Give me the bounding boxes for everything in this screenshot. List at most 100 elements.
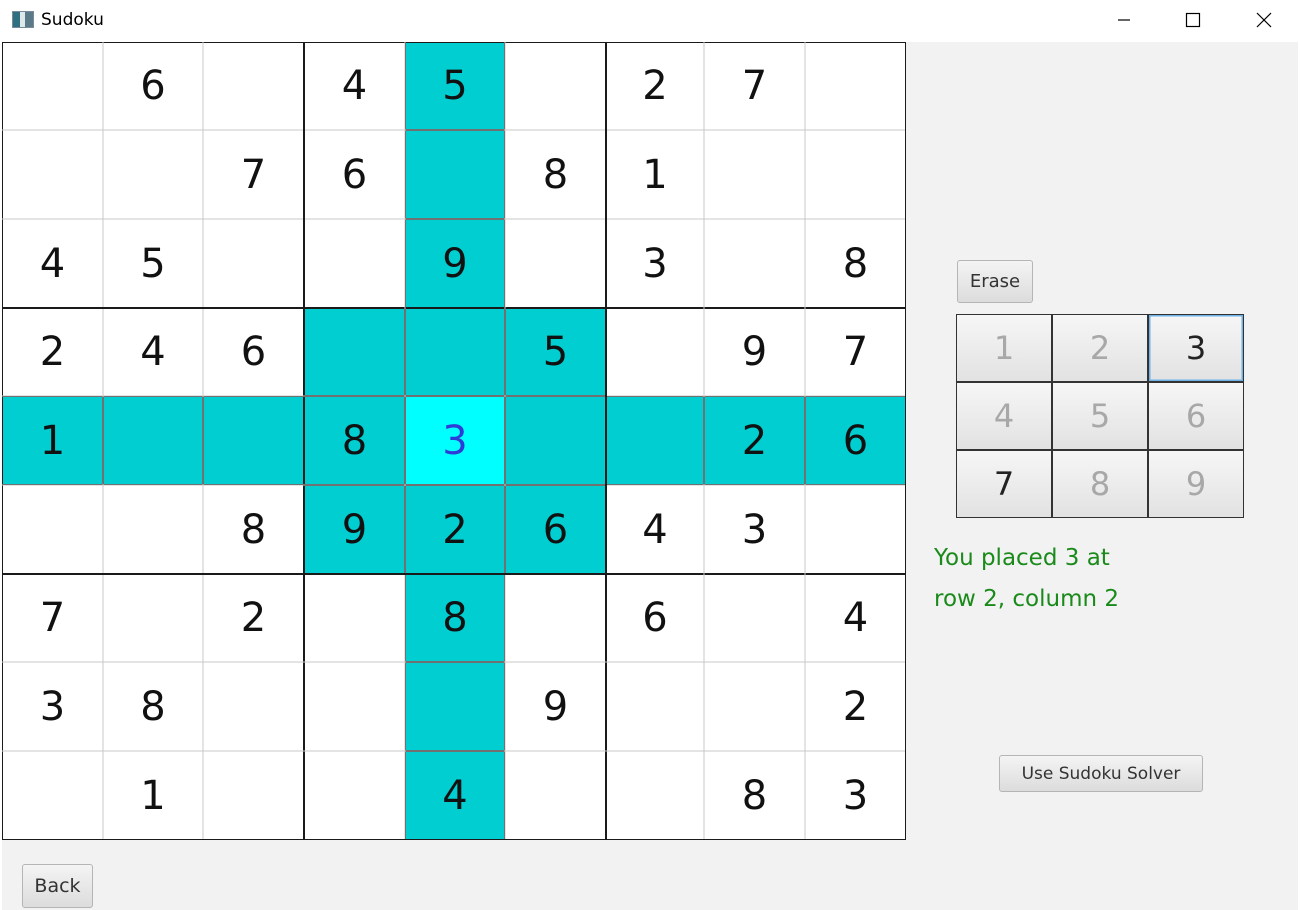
cell-r4-c6[interactable]: 5 — [505, 308, 606, 396]
cell-r4-c5[interactable] — [405, 308, 505, 396]
cell-r4-c7[interactable] — [606, 308, 704, 396]
cell-r7-c9[interactable]: 4 — [805, 574, 906, 662]
cell-r2-c6[interactable]: 8 — [505, 130, 606, 219]
cell-r6-c2[interactable] — [103, 485, 203, 574]
cell-r8-c9[interactable]: 2 — [805, 662, 906, 751]
cell-r8-c4[interactable] — [304, 662, 405, 751]
cell-r6-c5[interactable]: 2 — [405, 485, 505, 574]
cell-r5-c5[interactable]: 3 — [405, 396, 505, 485]
cell-r3-c6[interactable] — [505, 219, 606, 308]
cell-r5-c6[interactable] — [505, 396, 606, 485]
number-button-6[interactable]: 6 — [1148, 382, 1244, 450]
cell-r1-c9[interactable] — [805, 42, 906, 130]
cell-r1-c2[interactable]: 6 — [103, 42, 203, 130]
cell-r8-c3[interactable] — [203, 662, 304, 751]
cell-r6-c3[interactable]: 8 — [203, 485, 304, 574]
cell-r1-c6[interactable] — [505, 42, 606, 130]
cell-r2-c7[interactable]: 1 — [606, 130, 704, 219]
cell-r8-c2[interactable]: 8 — [103, 662, 203, 751]
status-line-2: row 2, column 2 — [934, 586, 1120, 612]
cell-r3-c4[interactable] — [304, 219, 405, 308]
cell-r9-c2[interactable]: 1 — [103, 751, 203, 840]
cell-r7-c4[interactable] — [304, 574, 405, 662]
app-icon — [12, 11, 34, 28]
cell-r5-c1[interactable]: 1 — [2, 396, 103, 485]
cell-r1-c3[interactable] — [203, 42, 304, 130]
cell-r8-c8[interactable] — [704, 662, 805, 751]
number-button-4[interactable]: 4 — [956, 382, 1052, 450]
cell-r6-c8[interactable]: 3 — [704, 485, 805, 574]
cell-r1-c7[interactable]: 2 — [606, 42, 704, 130]
cell-r6-c4[interactable]: 9 — [304, 485, 405, 574]
cell-r2-c3[interactable]: 7 — [203, 130, 304, 219]
cell-r3-c9[interactable]: 8 — [805, 219, 906, 308]
cell-r4-c2[interactable]: 4 — [103, 308, 203, 396]
window-title: Sudoku — [41, 10, 104, 30]
cell-r2-c5[interactable] — [405, 130, 505, 219]
close-button[interactable] — [1229, 0, 1299, 40]
cell-r2-c9[interactable] — [805, 130, 906, 219]
cell-r9-c8[interactable]: 8 — [704, 751, 805, 840]
cell-r9-c5[interactable]: 4 — [405, 751, 505, 840]
cell-r7-c3[interactable]: 2 — [203, 574, 304, 662]
cell-r7-c5[interactable]: 8 — [405, 574, 505, 662]
cell-r9-c6[interactable] — [505, 751, 606, 840]
cell-r9-c7[interactable] — [606, 751, 704, 840]
cell-r3-c3[interactable] — [203, 219, 304, 308]
cell-r5-c4[interactable]: 8 — [304, 396, 405, 485]
cell-r9-c9[interactable]: 3 — [805, 751, 906, 840]
number-button-8[interactable]: 8 — [1052, 450, 1148, 518]
cell-r2-c1[interactable] — [2, 130, 103, 219]
cell-r1-c5[interactable]: 5 — [405, 42, 505, 130]
minimize-button[interactable] — [1089, 0, 1159, 40]
cell-r7-c6[interactable] — [505, 574, 606, 662]
cell-r2-c8[interactable] — [704, 130, 805, 219]
maximize-button[interactable] — [1158, 0, 1228, 40]
cell-r8-c1[interactable]: 3 — [2, 662, 103, 751]
cell-r6-c7[interactable]: 4 — [606, 485, 704, 574]
cell-r6-c1[interactable] — [2, 485, 103, 574]
cell-r9-c1[interactable] — [2, 751, 103, 840]
cell-r6-c6[interactable]: 6 — [505, 485, 606, 574]
cell-r1-c4[interactable]: 4 — [304, 42, 405, 130]
cell-r7-c8[interactable] — [704, 574, 805, 662]
number-button-5[interactable]: 5 — [1052, 382, 1148, 450]
cell-r1-c8[interactable]: 7 — [704, 42, 805, 130]
cell-r2-c4[interactable]: 6 — [304, 130, 405, 219]
number-pad: 123 456 789 — [956, 314, 1245, 520]
cell-r3-c7[interactable]: 3 — [606, 219, 704, 308]
cell-r4-c1[interactable]: 2 — [2, 308, 103, 396]
use-sudoku-solver-button[interactable]: Use Sudoku Solver — [999, 755, 1203, 792]
cell-r4-c8[interactable]: 9 — [704, 308, 805, 396]
cell-r7-c7[interactable]: 6 — [606, 574, 704, 662]
cell-r5-c2[interactable] — [103, 396, 203, 485]
cell-r8-c5[interactable] — [405, 662, 505, 751]
number-button-3[interactable]: 3 — [1148, 314, 1244, 382]
cell-r5-c7[interactable] — [606, 396, 704, 485]
cell-r3-c2[interactable]: 5 — [103, 219, 203, 308]
cell-r3-c1[interactable]: 4 — [2, 219, 103, 308]
cell-r7-c1[interactable]: 7 — [2, 574, 103, 662]
cell-r3-c8[interactable] — [704, 219, 805, 308]
number-button-9[interactable]: 9 — [1148, 450, 1244, 518]
cell-r3-c5[interactable]: 9 — [405, 219, 505, 308]
cell-r5-c3[interactable] — [203, 396, 304, 485]
back-button[interactable]: Back — [22, 864, 93, 908]
cell-r6-c9[interactable] — [805, 485, 906, 574]
cell-r4-c3[interactable]: 6 — [203, 308, 304, 396]
number-button-1[interactable]: 1 — [956, 314, 1052, 382]
cell-r5-c9[interactable]: 6 — [805, 396, 906, 485]
cell-r5-c8[interactable]: 2 — [704, 396, 805, 485]
cell-r9-c4[interactable] — [304, 751, 405, 840]
erase-button[interactable]: Erase — [957, 260, 1033, 303]
number-button-2[interactable]: 2 — [1052, 314, 1148, 382]
cell-r9-c3[interactable] — [203, 751, 304, 840]
cell-r7-c2[interactable] — [103, 574, 203, 662]
number-button-7[interactable]: 7 — [956, 450, 1052, 518]
cell-r4-c4[interactable] — [304, 308, 405, 396]
cell-r4-c9[interactable]: 7 — [805, 308, 906, 396]
cell-r8-c7[interactable] — [606, 662, 704, 751]
cell-r1-c1[interactable] — [2, 42, 103, 130]
cell-r2-c2[interactable] — [103, 130, 203, 219]
cell-r8-c6[interactable]: 9 — [505, 662, 606, 751]
